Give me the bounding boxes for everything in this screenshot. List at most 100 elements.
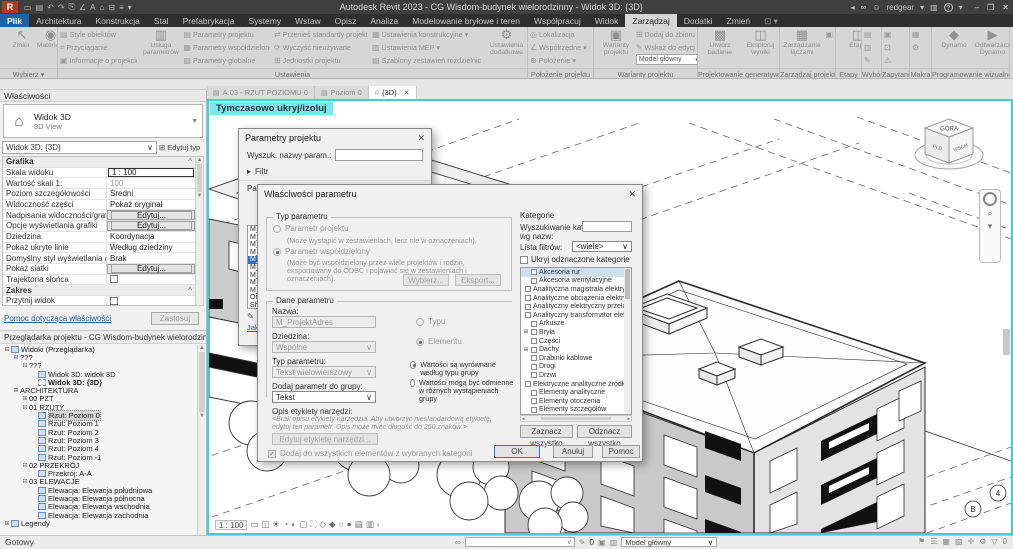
store-icon[interactable]: ▥ [930, 3, 938, 12]
discipline-select[interactable]: Wspólne∨ [272, 341, 376, 353]
ribbon-tab-konstrukcja[interactable]: Konstrukcja [88, 14, 146, 27]
search-binoculars-icon[interactable]: ∞ [455, 538, 461, 547]
checkbox[interactable] [531, 364, 537, 370]
ribbon-tab-systemy[interactable]: Systemy [242, 14, 289, 27]
checkbox[interactable] [531, 398, 537, 404]
ribbon-tab-options[interactable]: ⊡ ▾ [757, 14, 785, 27]
ribbon-button-wyczy-nieu-ywane[interactable]: ⟳Wyczyść nieużywane [274, 41, 368, 54]
ribbon-button-utw-rz-badanie[interactable]: ▩Utwórz badanie [700, 28, 739, 56]
collapse-icon[interactable]: ◂ [851, 3, 855, 12]
ribbon-button-macro-manager-icon[interactable]: ▦ [912, 28, 920, 41]
save-icon[interactable]: ▤ [36, 3, 44, 12]
ribbon-button-edit-selection-icon[interactable]: ✎ [864, 54, 872, 67]
main-model-select[interactable]: Model główny▾ [636, 54, 697, 65]
tree-expander[interactable]: ⊟ [21, 462, 29, 469]
tree-expander[interactable]: ⊞ [523, 329, 529, 335]
ribbon-button-parametry-wsp-dzielone[interactable]: ▦Parametry współdzielone [183, 41, 270, 54]
checkbox[interactable] [525, 304, 531, 310]
section-icon[interactable]: ⊟ [108, 3, 115, 12]
ribbon-tab-zmie-[interactable]: Zmień [720, 14, 758, 27]
tree-item[interactable]: Rzut: Poziom 2 [0, 428, 198, 436]
property-value[interactable]: Według dziedziny [107, 243, 195, 253]
checkbox[interactable] [531, 347, 537, 353]
ribbon-button-ids-of-selection-icon[interactable]: ▣ [884, 28, 892, 41]
shadows-icon[interactable]: ◔ [283, 519, 288, 530]
checkbox[interactable] [531, 338, 537, 344]
ribbon-tab-stal[interactable]: Stal [147, 14, 176, 27]
tree-item[interactable]: Rzut: Poziom 0 [0, 411, 198, 419]
checkbox[interactable] [531, 355, 537, 361]
editable-items-icon[interactable]: ☰ [930, 537, 937, 546]
close-button[interactable]: ✕ [1002, 3, 1009, 12]
select-shared-button[interactable]: Wybierz... [403, 274, 449, 286]
minimize-button[interactable]: – [975, 3, 979, 12]
tree-expander[interactable]: ⊟ [3, 346, 11, 353]
property-edit-button[interactable]: Edytuj... [107, 264, 195, 274]
category-item[interactable]: Analityczne obciążenia elektryc... [521, 294, 631, 303]
edit-type-button[interactable]: ⊞ Edytuj typ [159, 141, 205, 154]
category-item[interactable]: Drabinki kablowe [521, 354, 631, 363]
category-item[interactable]: ⊞Dachy [521, 345, 631, 354]
ribbon-button-select-by-id-icon[interactable]: ⊡ [884, 41, 892, 54]
property-value[interactable]: 1 : 100 [108, 168, 194, 178]
background-process-icon[interactable]: ⚙ [979, 537, 986, 546]
group-under-select[interactable]: Tekst∨ [272, 391, 376, 403]
navigation-bar[interactable]: ⌕ ▾ [979, 189, 1001, 263]
close-icon[interactable]: ✕ [628, 189, 636, 200]
apply-button[interactable]: Zastosuj [151, 312, 199, 325]
chevron-down-icon[interactable]: ▾ [988, 221, 993, 232]
scale-icon[interactable]: ▭ [250, 519, 258, 530]
thin-lines-icon[interactable]: ≡ [119, 3, 124, 12]
ribbon-tab-wstaw[interactable]: Wstaw [288, 14, 328, 27]
viewcube[interactable]: GÓRA PŁD WSCH [911, 109, 987, 185]
property-section-grafika[interactable]: Grafika^ [3, 157, 195, 168]
ribbon-tab-opisz[interactable]: Opisz [328, 14, 364, 27]
ribbon-button-zarz-dzanie-czami[interactable]: ▦Zarządzanie łączami [782, 28, 822, 56]
open-icon[interactable]: ▭ [24, 3, 32, 12]
ribbon-button-zmie-[interactable]: ↖Zmień [2, 28, 29, 49]
ribbon-button-szablony-zestawie-rozdzielnic[interactable]: ▤Szablony zestawień rozdzielnic▾ [372, 54, 482, 67]
reveal-hidden-icon[interactable]: ○ [339, 519, 344, 530]
ribbon-button-macro-security-icon[interactable]: ⚙ [912, 41, 920, 54]
ribbon-tab-modelowanie-bry-owe-i-teren[interactable]: Modelowanie bryłowe i teren [405, 14, 527, 27]
ribbon-button-manage-images-icon[interactable]: ▣ [826, 28, 833, 41]
categories-list[interactable]: Akcesoria rurAkcesoria wentylacyjneAnali… [520, 267, 632, 415]
ribbon-tab-analiza[interactable]: Analiza [363, 14, 405, 27]
ribbon-button-informacje-o-projekcie[interactable]: ▣Informacje o projekcie [60, 54, 137, 67]
active-design-option-select[interactable]: Model główny∨ [621, 537, 717, 547]
ribbon-button-lokalizacja[interactable]: ◎Lokalizacja [530, 28, 587, 41]
view-tab[interactable]: ▤Poziom 0 [315, 86, 369, 99]
checkbox[interactable] [531, 278, 537, 284]
ribbon-tab-zarz-dzaj[interactable]: Zarządzaj [625, 14, 676, 27]
help-icon[interactable]: ? [944, 3, 953, 12]
text-icon[interactable]: A [90, 3, 95, 12]
ribbon-button-load-selection-icon[interactable]: ▥ [864, 41, 872, 54]
ribbon-tab-prefabrykacja[interactable]: Prefabrykacja [176, 14, 242, 27]
tree-item[interactable]: ⊟02 PRZEKRÓJ [0, 461, 198, 469]
property-section-zakres[interactable]: Zakres^ [3, 285, 195, 296]
undo-icon[interactable]: ↶ [47, 3, 54, 12]
category-item[interactable]: Analityczny transformator elektryc [521, 311, 631, 320]
checkbox[interactable] [531, 321, 537, 327]
shared-parameter-radio[interactable] [273, 248, 281, 256]
ribbon-button-etapy[interactable]: ◫Etapy [838, 28, 861, 49]
property-value[interactable]: Koordynacja [107, 232, 195, 242]
view-tab[interactable]: ⌂{3D}✕ [369, 86, 417, 99]
3d-lock-icon[interactable]: ◇ [319, 519, 326, 530]
temp-view-icon[interactable]: ● [347, 519, 352, 530]
category-item[interactable]: Elementy otoczenia [521, 397, 631, 406]
sun-path-icon[interactable]: ☀ [273, 519, 281, 530]
ribbon-tab-plik[interactable]: Plik [0, 14, 29, 27]
canvas-scrollbar-thumb[interactable] [1003, 329, 1010, 355]
filter-list-select[interactable]: <wiele>∨ [572, 241, 632, 252]
ribbon-button-parametry-projektu[interactable]: ▤Parametry projektu [183, 28, 270, 41]
ribbon-button-dodaj-do-zbioru[interactable]: ⊞Dodaj do zbioru [636, 28, 695, 41]
tree-expander[interactable]: ⊟ [12, 354, 20, 361]
checkbox[interactable] [110, 275, 118, 283]
ribbon-button-materia-y[interactable]: ◉Materiały [31, 28, 58, 49]
measure-icon[interactable]: ∠ [79, 3, 86, 12]
tree-expander[interactable]: ⊞ [3, 520, 11, 527]
selection-filter-combo[interactable]: ∨ [465, 537, 575, 547]
ribbon-tab-dodatki[interactable]: Dodatki [677, 14, 720, 27]
hide-unchecked-checkbox[interactable] [520, 256, 528, 264]
